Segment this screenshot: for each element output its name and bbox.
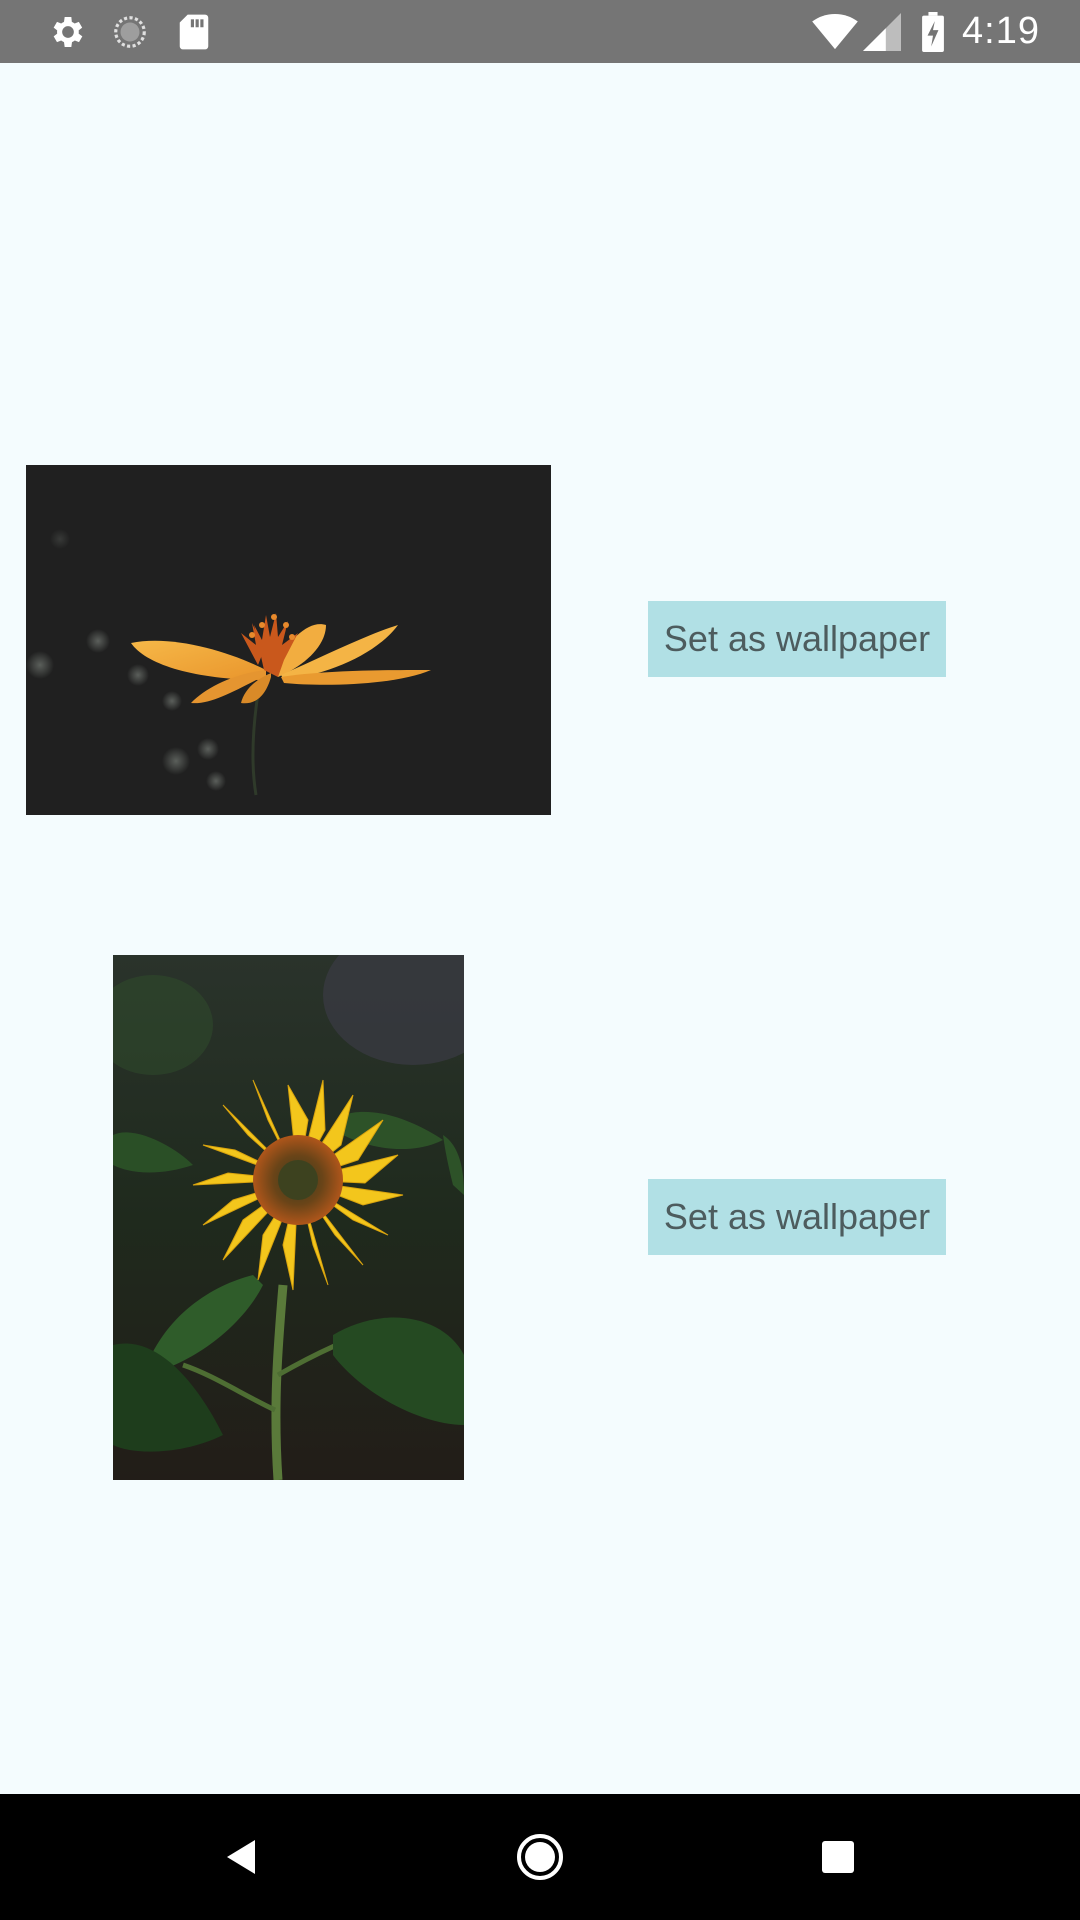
- wifi-icon: [810, 0, 860, 63]
- set-wallpaper-button-1[interactable]: Set as wallpaper: [648, 601, 946, 677]
- sunflower-image[interactable]: [113, 955, 464, 1480]
- signal-icon: [862, 0, 902, 63]
- back-icon[interactable]: [180, 1794, 300, 1920]
- sync-icon: [108, 0, 152, 63]
- settings-icon: [46, 0, 90, 63]
- navigation-bar: [0, 1794, 1080, 1920]
- sd-card-icon: [174, 0, 214, 63]
- battery-charging-icon: [918, 0, 948, 63]
- set-wallpaper-button-2[interactable]: Set as wallpaper: [648, 1179, 946, 1255]
- status-bar: 4:19: [0, 0, 1080, 63]
- status-time: 4:19: [962, 10, 1040, 52]
- cosmos-flower-image[interactable]: [26, 465, 551, 815]
- recents-icon[interactable]: [778, 1794, 898, 1920]
- wallpaper-list: Set as wallpaper Set as wallpaper: [0, 63, 1080, 1794]
- home-icon[interactable]: [480, 1794, 600, 1920]
